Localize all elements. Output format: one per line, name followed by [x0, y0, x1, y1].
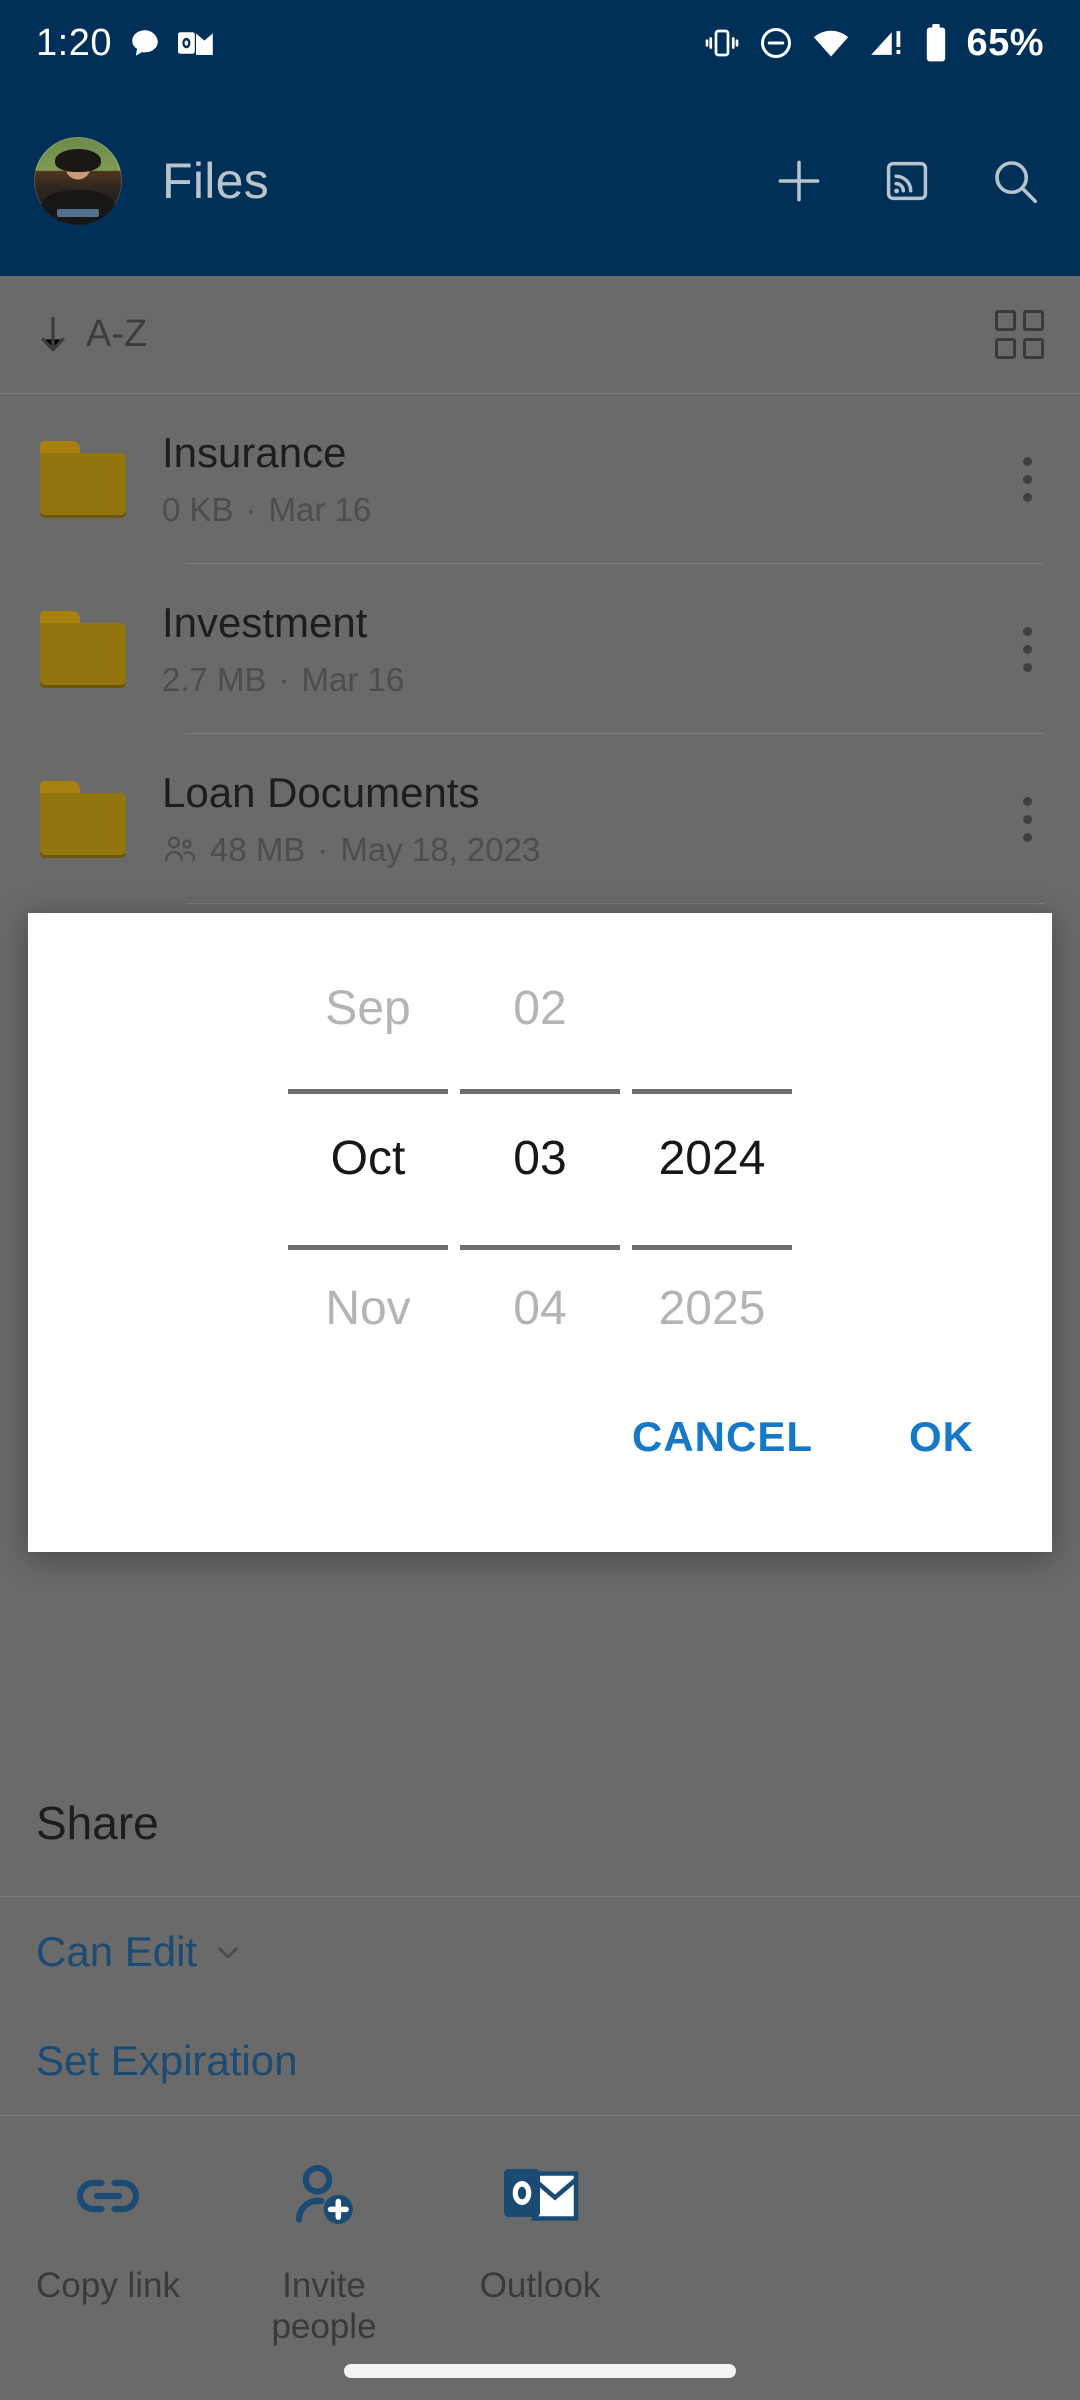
year-picker-column[interactable]: 2024 2025 — [626, 933, 798, 1383]
cast-button[interactable] — [876, 150, 938, 212]
shared-people-icon — [165, 836, 196, 861]
add-button[interactable] — [768, 150, 830, 212]
month-divider-top — [288, 1089, 448, 1094]
search-button[interactable] — [984, 150, 1046, 212]
date-picker-dialog: Sep Oct Nov 02 03 04 2024 2025 CANCEL OK — [28, 913, 1052, 1552]
year-next-value[interactable]: 2025 — [659, 1233, 766, 1383]
day-divider-bottom — [460, 1245, 620, 1250]
status-bar-left: 1:20 — [36, 22, 214, 65]
file-date: May 18, 2023 — [340, 830, 541, 868]
person-add-icon — [295, 2164, 353, 2224]
share-target-label: Outlook — [479, 2266, 601, 2305]
share-target-row: Copy link Invite people Outlook — [0, 2121, 1080, 2400]
month-selected-value[interactable]: Oct — [331, 1083, 406, 1233]
date-picker-wheels: Sep Oct Nov 02 03 04 2024 2025 — [28, 913, 1052, 1383]
cancel-button[interactable]: CANCEL — [624, 1395, 821, 1479]
wifi-icon — [814, 30, 849, 57]
vibrate-icon — [706, 29, 739, 57]
file-meta: Investment 2.7 MB · Mar 16 — [140, 599, 1011, 698]
day-divider-top — [460, 1089, 620, 1094]
chevron-down-icon — [218, 1946, 238, 1958]
file-date: Mar 16 — [268, 490, 372, 528]
file-subtitle: 48 MB · May 18, 2023 — [162, 831, 1011, 869]
year-divider-bottom — [632, 1245, 792, 1250]
outlook-icon — [504, 2169, 579, 2221]
folder-icon — [36, 611, 132, 687]
day-picker-column[interactable]: 02 03 04 — [454, 933, 626, 1383]
navigation-home-pill[interactable] — [344, 2364, 736, 2378]
status-bar-right: 65% — [704, 22, 1044, 65]
dialog-action-bar: CANCEL OK — [28, 1383, 1052, 1552]
permission-row[interactable]: Can Edit — [0, 1896, 1080, 2006]
battery-icon — [927, 24, 946, 62]
avatar[interactable] — [34, 137, 122, 225]
status-clock: 1:20 — [36, 21, 112, 64]
day-previous-value[interactable]: 02 — [513, 933, 566, 1083]
sort-bar: A-Z — [0, 276, 1080, 394]
month-picker-column[interactable]: Sep Oct Nov — [282, 933, 454, 1383]
arrow-down-icon[interactable] — [36, 313, 70, 357]
file-name: Insurance — [162, 429, 347, 477]
folder-icon — [36, 441, 132, 517]
file-list-item[interactable]: Insurance 0 KB · Mar 16 — [0, 394, 1080, 564]
avatar-hair — [55, 149, 101, 173]
month-previous-value[interactable]: Sep — [325, 933, 410, 1083]
app-bar-actions — [768, 150, 1046, 212]
share-target-copy-link[interactable]: Copy link — [0, 2157, 216, 2400]
permission-label: Can Edit — [36, 1927, 198, 1975]
file-size: 2.7 MB — [162, 660, 267, 698]
battery-percent: 65% — [966, 21, 1044, 64]
day-next-value[interactable]: 04 — [513, 1233, 566, 1383]
share-sheet-heading: Share — [36, 1797, 159, 1849]
avatar-shirt-logo — [56, 209, 100, 218]
do-not-disturb-icon — [761, 28, 792, 58]
file-size: 48 MB — [210, 830, 306, 868]
grid-view-toggle[interactable] — [995, 310, 1044, 359]
chat-bubble-icon — [132, 30, 158, 56]
page-title: Files — [162, 153, 270, 209]
avatar-shirt — [41, 189, 115, 225]
share-target-label: Invite people — [271, 2266, 377, 2347]
file-subtitle: 0 KB · Mar 16 — [162, 491, 1011, 529]
file-separator: · — [317, 830, 329, 868]
file-overflow-menu-button[interactable] — [1011, 785, 1044, 854]
set-expiration-row[interactable]: Set Expiration — [0, 2006, 1080, 2116]
cellular-signal-warning-icon — [871, 31, 901, 55]
cast-icon — [886, 161, 928, 201]
file-date: Mar 16 — [301, 660, 405, 698]
file-meta: Loan Documents 48 MB · May 18, 2023 — [140, 769, 1011, 868]
file-overflow-menu-button[interactable] — [1011, 615, 1044, 684]
set-expiration-label: Set Expiration — [36, 2036, 298, 2084]
file-size: 0 KB — [162, 490, 234, 528]
file-separator: · — [278, 660, 290, 698]
share-target-label: Copy link — [36, 2266, 180, 2305]
plus-icon — [778, 160, 820, 202]
file-name: Investment — [162, 599, 368, 647]
file-overflow-menu-button[interactable] — [1011, 445, 1044, 514]
year-selected-value[interactable]: 2024 — [659, 1083, 766, 1233]
app-bar: Files — [0, 86, 1080, 276]
file-list-item[interactable]: Investment 2.7 MB · Mar 16 — [0, 564, 1080, 734]
sort-label[interactable]: A-Z — [86, 313, 147, 356]
month-divider-bottom — [288, 1245, 448, 1250]
ok-button[interactable]: OK — [901, 1395, 982, 1479]
link-icon — [76, 2179, 140, 2213]
day-selected-value[interactable]: 03 — [513, 1083, 566, 1233]
file-name: Loan Documents — [162, 769, 480, 817]
file-separator: · — [245, 490, 257, 528]
year-divider-top — [632, 1089, 792, 1094]
month-next-value[interactable]: Nov — [325, 1233, 410, 1383]
outlook-notification-icon — [177, 31, 213, 55]
file-meta: Insurance 0 KB · Mar 16 — [140, 429, 1011, 528]
search-icon — [995, 161, 1038, 204]
status-bar: 1:20 65% — [0, 0, 1080, 86]
file-list-item[interactable]: Loan Documents 48 MB · May 18, 2023 — [0, 734, 1080, 904]
folder-icon — [36, 781, 132, 857]
file-subtitle: 2.7 MB · Mar 16 — [162, 661, 1011, 699]
